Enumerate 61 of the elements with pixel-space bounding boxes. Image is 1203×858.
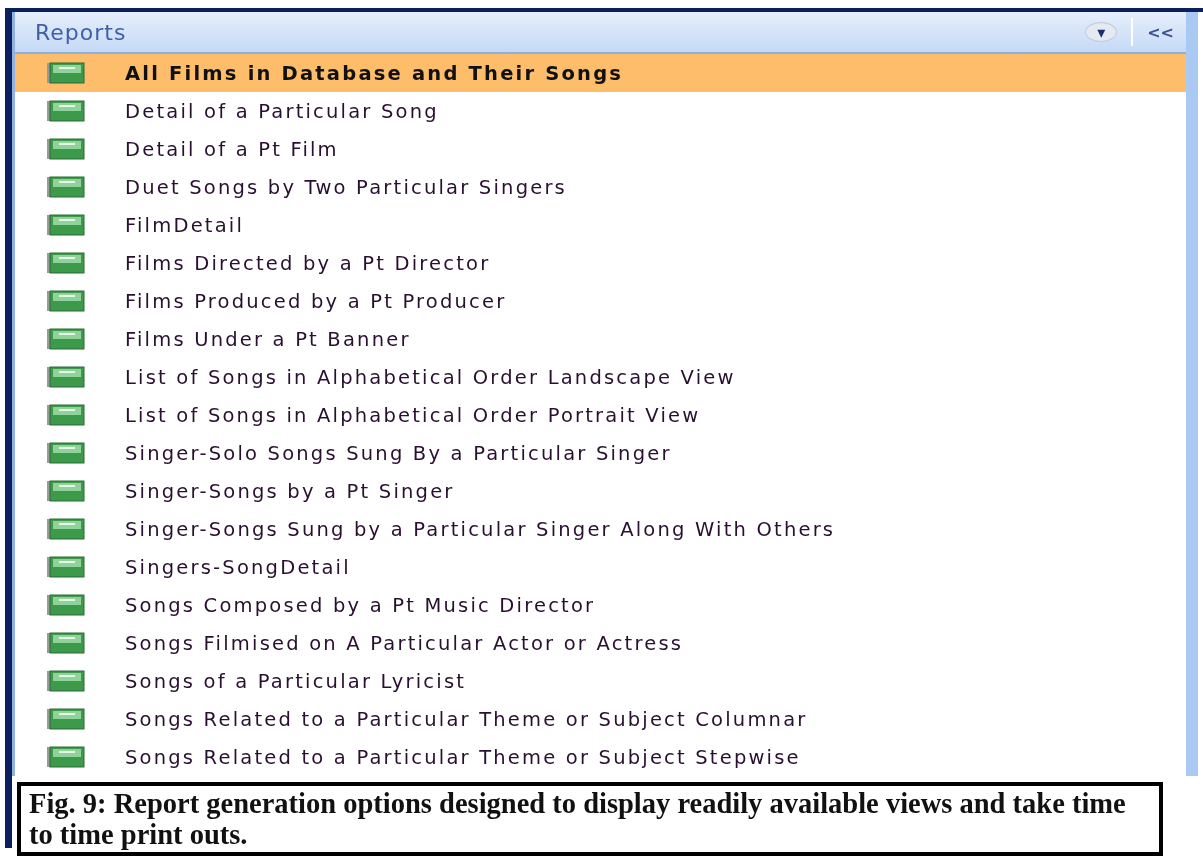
report-item[interactable]: Singer-Songs by a Pt Singer (15, 472, 1186, 510)
report-label: Detail of a Particular Song (125, 99, 439, 123)
report-icon (47, 62, 85, 84)
report-label: Duet Songs by Two Particular Singers (125, 175, 567, 199)
report-label: Singers-SongDetail (125, 555, 351, 579)
report-label: Songs Related to a Particular Theme or Subject Columnar (125, 707, 808, 731)
report-icon (47, 632, 85, 654)
report-label: Singer-Songs Sung by a Particular Singer Along With Others (125, 517, 836, 541)
report-icon (47, 518, 85, 540)
report-item[interactable]: Detail of a Particular Song (15, 92, 1186, 130)
report-item[interactable]: Films Under a Pt Banner (15, 320, 1186, 358)
report-item[interactable]: Singer-Solo Songs Sung By a Particular Singer (15, 434, 1186, 472)
report-icon (47, 252, 85, 274)
report-icon (47, 214, 85, 236)
report-label: Songs Filmised on A Particular Actor or Actress (125, 631, 684, 655)
report-item[interactable]: Detail of a Pt Film (15, 130, 1186, 168)
report-label: List of Songs in Alphabetical Order Portrait View (125, 403, 701, 427)
report-icon (47, 556, 85, 578)
report-label: Detail of a Pt Film (125, 137, 339, 161)
report-label: Films Produced by a Pt Producer (125, 289, 507, 313)
report-icon (47, 290, 85, 312)
report-item[interactable]: List of Songs in Alphabetical Order Portrait View (15, 396, 1186, 434)
report-label: Songs of a Particular Lyricist (125, 669, 467, 693)
report-icon (47, 594, 85, 616)
report-label: Films Under a Pt Banner (125, 327, 411, 351)
report-label: Songs Related to a Particular Theme or Subject Stepwise (125, 745, 801, 769)
report-icon (47, 100, 85, 122)
report-icon (47, 328, 85, 350)
report-item[interactable]: FilmDetail (15, 206, 1186, 244)
report-icon (47, 480, 85, 502)
report-item[interactable]: List of Songs in Alphabetical Order Landscape View (15, 358, 1186, 396)
report-item[interactable]: Films Directed by a Pt Director (15, 244, 1186, 282)
report-label: Songs Composed by a Pt Music Director (125, 593, 596, 617)
report-label: Singer-Solo Songs Sung By a Particular Singer (125, 441, 672, 465)
report-label: Films Directed by a Pt Director (125, 251, 491, 275)
report-item[interactable]: Duet Songs by Two Particular Singers (15, 168, 1186, 206)
report-icon (47, 138, 85, 160)
report-item[interactable]: Singer-Songs Sung by a Particular Singer Along With Others (15, 510, 1186, 548)
report-label: Singer-Songs by a Pt Singer (125, 479, 455, 503)
report-item[interactable]: All Films in Database and Their Songs (15, 54, 1186, 92)
report-icon (47, 670, 85, 692)
figure-caption: Fig. 9: Report generation options designed to display readily available views and take time to time print outs. (17, 782, 1163, 856)
report-item[interactable]: Songs Related to a Particular Theme or Subject Columnar (15, 700, 1186, 738)
menu-button[interactable]: ▾ (1085, 22, 1118, 42)
report-item[interactable]: Songs Related to a Particular Theme or Subject Stepwise (15, 738, 1186, 776)
report-icon (47, 404, 85, 426)
report-icon (47, 708, 85, 730)
report-icon (47, 746, 85, 768)
report-icon (47, 176, 85, 198)
report-item[interactable]: Songs Filmised on A Particular Actor or Actress (15, 624, 1186, 662)
report-item[interactable]: Songs of a Particular Lyricist (15, 662, 1186, 700)
report-item[interactable]: Singers-SongDetail (15, 548, 1186, 586)
report-label: All Films in Database and Their Songs (125, 61, 624, 85)
report-label: FilmDetail (125, 213, 245, 237)
report-item[interactable]: Songs Composed by a Pt Music Director (15, 586, 1186, 624)
collapse-button[interactable]: << (1133, 22, 1186, 42)
report-label: List of Songs in Alphabetical Order Landscape View (125, 365, 736, 389)
pane-title: Reports (35, 19, 128, 45)
report-item[interactable]: Films Produced by a Pt Producer (15, 282, 1186, 320)
report-icon (47, 442, 85, 464)
report-icon (47, 366, 85, 388)
